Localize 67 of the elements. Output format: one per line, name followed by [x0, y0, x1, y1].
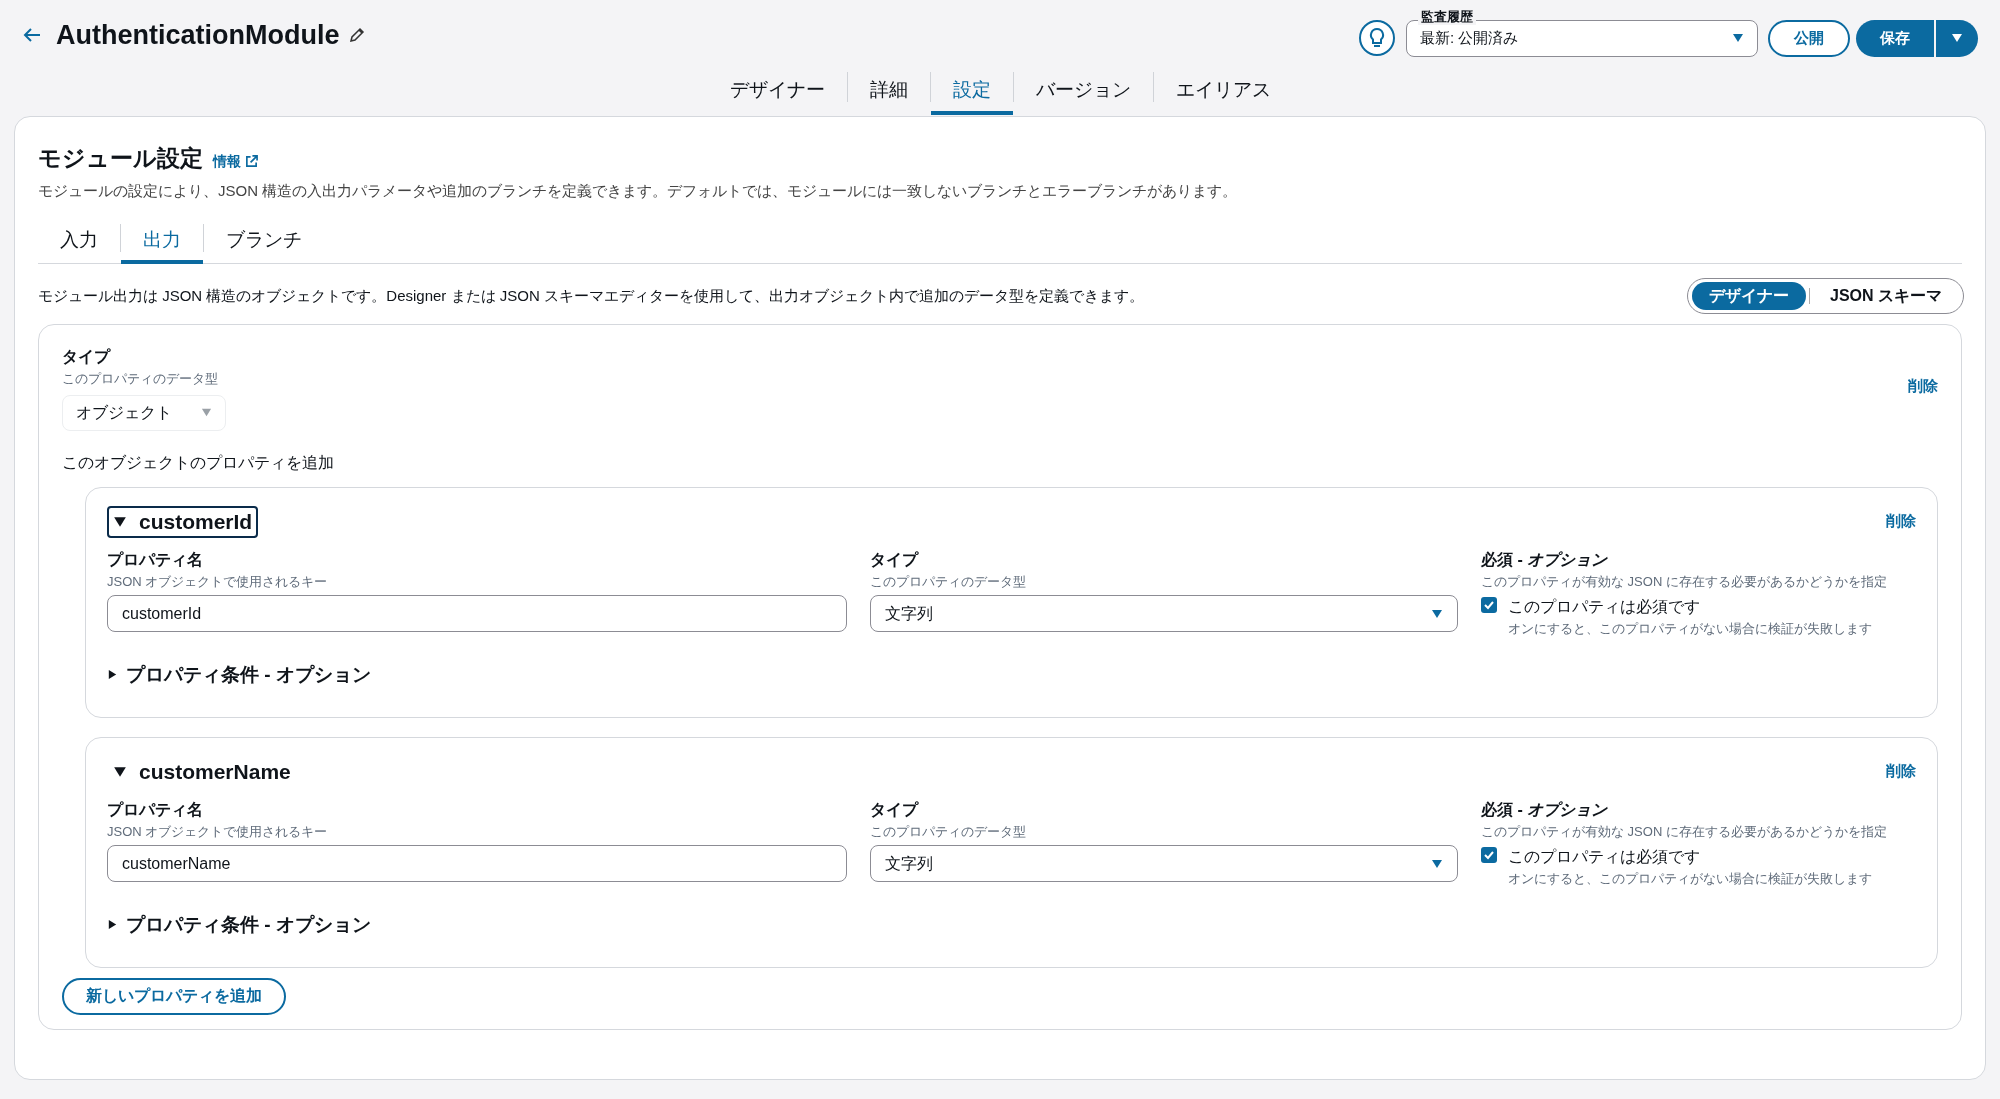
checkmark-icon: [1483, 849, 1495, 861]
caret-down-icon: [1431, 607, 1443, 620]
field-label: タイプ: [870, 549, 920, 570]
property-toggle[interactable]: customerId: [107, 505, 259, 538]
caret-down-icon: [113, 764, 127, 779]
field-hint: このプロパティのデータ型: [870, 572, 1027, 591]
required-checkbox[interactable]: [1481, 597, 1497, 613]
caret-down-icon: [1431, 857, 1443, 870]
type-select[interactable]: オブジェクト: [62, 394, 226, 431]
field-label: タイプ: [62, 347, 112, 367]
section-description: モジュールの設定により、JSON 構造の入出力パラメータや追加のブランチを定義できます。デフォルトでは、モジュールには一致しないブランチとエラーブランチがあります。: [38, 180, 1239, 201]
sub-tab[interactable]: ブランチ: [204, 220, 324, 264]
caret-right-icon: [107, 669, 118, 681]
property-toggle[interactable]: customerName: [107, 755, 297, 788]
field-hint: このプロパティのデータ型: [870, 822, 1027, 841]
conditions-toggle[interactable]: プロパティ条件 - オプション: [107, 910, 371, 939]
delete-link[interactable]: 削除: [1908, 375, 1938, 398]
field-label: プロパティ名: [107, 799, 204, 820]
checkbox-label: このプロパティは必須です: [1508, 847, 1701, 867]
type-select[interactable]: 文字列: [870, 595, 1458, 632]
info-link[interactable]: 情報: [213, 151, 258, 172]
tab[interactable]: デザイナー: [707, 69, 847, 115]
caret-down-icon: [1732, 32, 1744, 44]
caret-down-icon: [1951, 32, 1963, 44]
caret-down-icon: [201, 407, 212, 418]
field-hint: このプロパティが有効な JSON に存在する必要があるかどうかを指定: [1481, 572, 1888, 591]
back-arrow-icon[interactable]: [22, 27, 42, 43]
add-property-button[interactable]: 新しいプロパティを追加: [62, 977, 286, 1015]
tab[interactable]: バージョン: [1013, 69, 1153, 115]
field-hint: このプロパティのデータ型: [62, 370, 219, 388]
field-label: 必須 - オプション: [1481, 799, 1609, 820]
page-title: AuthenticationModule: [56, 18, 340, 52]
property-name-input[interactable]: customerName: [107, 845, 847, 882]
add-properties-label: このオブジェクトのプロパティを追加: [62, 452, 335, 473]
save-options-button[interactable]: [1936, 19, 1978, 57]
caret-right-icon: [107, 919, 118, 931]
delete-link[interactable]: 削除: [1886, 510, 1916, 533]
property-name-input[interactable]: customerId: [107, 595, 847, 632]
checkmark-icon: [1483, 599, 1495, 611]
audit-history-label: 監査履歴: [1418, 8, 1476, 25]
delete-link[interactable]: 削除: [1886, 760, 1916, 783]
checkbox-note: オンにすると、このプロパティがない場合に検証が失敗します: [1508, 870, 1872, 888]
field-hint: JSON オブジェクトで使用されるキー: [107, 572, 329, 591]
output-description: モジュール出力は JSON 構造のオブジェクトです。Designer または JSON スキーマエディターを使用して、出力オブジェクト内で追加のデータ型を定義できます。: [38, 285, 1145, 306]
pencil-icon[interactable]: [349, 27, 366, 43]
save-button[interactable]: 保存: [1856, 19, 1934, 57]
field-label: タイプ: [870, 799, 920, 820]
sub-tab[interactable]: 出力: [121, 220, 203, 264]
mode-option[interactable]: JSON スキーマ: [1813, 282, 1959, 310]
conditions-toggle[interactable]: プロパティ条件 - オプション: [107, 660, 371, 689]
required-checkbox[interactable]: [1481, 847, 1497, 863]
tab[interactable]: 詳細: [847, 69, 930, 115]
section-heading: モジュール設定: [38, 144, 203, 173]
mode-option[interactable]: デザイナー: [1692, 282, 1806, 310]
checkbox-note: オンにすると、このプロパティがない場合に検証が失敗します: [1508, 620, 1872, 638]
type-select[interactable]: 文字列: [870, 845, 1458, 882]
checkbox-label: このプロパティは必須です: [1508, 597, 1701, 617]
field-hint: このプロパティが有効な JSON に存在する必要があるかどうかを指定: [1481, 822, 1888, 841]
caret-down-icon: [113, 514, 127, 529]
external-link-icon: [245, 155, 258, 168]
field-label: プロパティ名: [107, 549, 204, 570]
lightbulb-icon[interactable]: [1358, 19, 1396, 57]
field-label: 必須 - オプション: [1481, 549, 1609, 570]
sub-tab[interactable]: 入力: [38, 220, 120, 264]
field-hint: JSON オブジェクトで使用されるキー: [107, 822, 329, 841]
tab[interactable]: エイリアス: [1153, 69, 1293, 115]
publish-button[interactable]: 公開: [1768, 19, 1850, 57]
